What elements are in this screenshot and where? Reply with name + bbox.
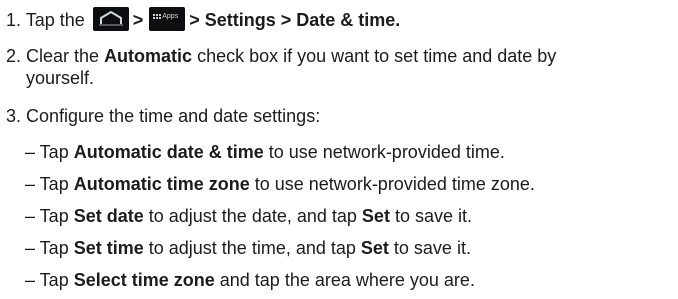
bullet-bold: Automatic time zone [73, 174, 250, 194]
bullet-dash: – Tap [25, 206, 74, 226]
bullet-item: – Tap Automatic date & time to use netwo… [25, 140, 505, 164]
step-3-text: 3. Configure the time and date settings: [6, 106, 321, 126]
bullet-dash: – Tap [25, 270, 74, 290]
bullet-item: – Tap Set time to adjust the time, and t… [25, 236, 471, 260]
bullet-bold-2: Set [360, 238, 389, 258]
bullet-bold: Set time [73, 238, 144, 258]
bullet-rest: to save it. [389, 206, 472, 226]
bullet-bold: Select time zone [73, 270, 215, 290]
step-2-continuation: yourself. [26, 66, 94, 90]
apps-icon-label: Apps [162, 13, 179, 21]
bullet-dash: – Tap [25, 174, 74, 194]
bullet-item: – Tap Select time zone and tap the area … [25, 268, 475, 292]
bullet-dash: – Tap [25, 142, 74, 162]
bullet-rest: to save it. [388, 238, 471, 258]
step-2-rest: check box if you want to set time and da… [192, 46, 557, 66]
step-2-bold: Automatic [104, 46, 193, 66]
apps-icon: Apps [149, 7, 186, 32]
step-2-prefix: 2. Clear the [6, 46, 105, 66]
bullet-rest: to use network-provided time zone. [249, 174, 535, 194]
step-1-path: > Settings > Date & time. [189, 10, 401, 30]
step-1: 1. Tap the > Apps > Settings > Date & time. [6, 7, 401, 33]
bullet-mid: to adjust the date, and tap [143, 206, 362, 226]
bullet-bold-2: Set [361, 206, 390, 226]
bullet-item: – Tap Set date to adjust the date, and t… [25, 204, 472, 228]
step-1-separator: > [132, 10, 144, 30]
bullet-bold: Set date [73, 206, 144, 226]
bullet-item: – Tap Automatic time zone to use network… [25, 172, 535, 196]
bullet-mid: to adjust the time, and tap [143, 238, 361, 258]
step-1-prefix: 1. Tap the [6, 10, 85, 30]
step-2-cont: yourself. [26, 68, 95, 88]
step-2: 2. Clear the Automatic check box if you … [6, 44, 556, 68]
bullet-rest: to use network-provided time. [263, 142, 505, 162]
step-3: 3. Configure the time and date settings: [6, 104, 320, 128]
bullet-bold: Automatic date & time [73, 142, 264, 162]
bullet-dash: – Tap [25, 238, 74, 258]
bullet-rest: and tap the area where you are. [214, 270, 475, 290]
home-icon [92, 7, 129, 32]
